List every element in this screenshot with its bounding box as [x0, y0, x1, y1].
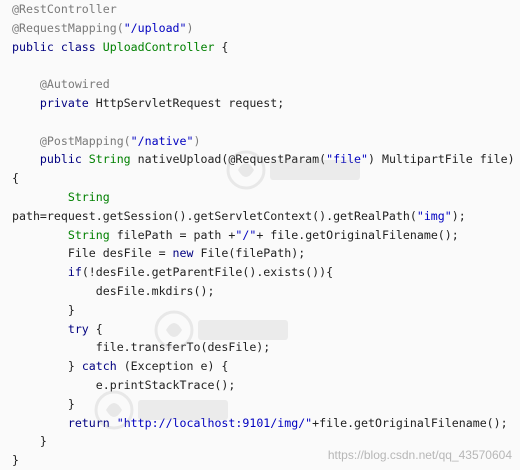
code-token: (Exception e) { — [123, 359, 229, 374]
code-line: public class UploadController { — [12, 38, 515, 57]
code-line: @PostMapping("/native") — [12, 132, 515, 151]
code-line: String — [12, 188, 515, 207]
code-token: desFile.mkdirs(); — [12, 283, 215, 298]
code-line: path=request.getSession().getServletCont… — [12, 207, 515, 226]
code-line: private HttpServletRequest request; — [12, 94, 515, 113]
code-token: (!desFile.getParentFile().exists()){ — [81, 265, 334, 280]
code-token: filePath = path + — [116, 227, 236, 242]
code-token: @PostMapping( — [12, 133, 131, 148]
code-block: @RestController @RequestMapping("/upload"… — [12, 0, 515, 470]
code-token: File(filePath); — [200, 246, 306, 261]
code-token: "/" — [235, 227, 257, 242]
code-token: File desFile = — [12, 246, 173, 261]
code-token: @RequestMapping( — [12, 20, 124, 35]
code-line: @RestController — [12, 0, 515, 19]
code-token: "/upload" — [123, 20, 187, 35]
code-token: public class — [12, 39, 103, 54]
code-token: { — [221, 39, 229, 54]
code-token: String — [88, 152, 138, 167]
code-token: "/native" — [130, 133, 194, 148]
code-line: if(!desFile.getParentFile().exists()){ — [12, 263, 515, 282]
code-token: } — [12, 453, 19, 468]
code-token: if — [67, 265, 82, 280]
code-line: try { — [12, 320, 515, 339]
code-line: File desFile = new File(filePath); — [12, 244, 515, 263]
code-token: { — [12, 171, 19, 186]
code-line: return "http://localhost:9101/img/"+file… — [12, 414, 515, 433]
code-token: "file" — [326, 152, 369, 167]
code-line: String filePath = path +"/"+ file.getOri… — [12, 226, 515, 245]
code-token: @Autowired — [12, 77, 110, 92]
code-token: file.transferTo(desFile); — [12, 340, 271, 355]
code-token: + file.getOriginalFilename(); — [256, 227, 459, 242]
code-token: } — [12, 396, 75, 411]
code-token: String — [12, 189, 110, 204]
code-token: catch — [81, 359, 124, 374]
code-token: { — [95, 321, 103, 336]
code-token: } — [12, 434, 47, 449]
code-line: @Autowired — [12, 75, 515, 94]
code-token: path=request.getSession().getServletCont… — [12, 208, 417, 223]
code-token: private — [12, 95, 96, 110]
code-token: nativeUpload(@RequestParam( — [137, 152, 327, 167]
code-token: UploadController — [102, 39, 222, 54]
code-line: public String nativeUpload(@RequestParam… — [12, 150, 515, 169]
watermark-url: https://blog.csdn.net/qq_43570604 — [327, 448, 512, 462]
code-line: @RequestMapping("/upload") — [12, 19, 515, 38]
code-token: ) MultipartFile file) — [368, 152, 515, 167]
code-token: @RestController — [12, 2, 117, 16]
code-token: ) — [186, 20, 194, 35]
code-token: return — [67, 415, 117, 430]
code-token: try — [67, 321, 96, 336]
code-token: +file.getOriginalFilename(); — [312, 415, 508, 430]
code-token: public — [12, 152, 89, 167]
code-token: } — [12, 302, 75, 317]
code-token: e.printStackTrace(); — [12, 377, 236, 392]
code-token: ) — [193, 133, 201, 148]
code-token: new — [172, 246, 201, 261]
code-line: } catch (Exception e) { — [12, 357, 515, 376]
code-token: } — [12, 359, 82, 374]
code-token: "http://localhost:9101/img/" — [116, 415, 313, 430]
code-token: ); — [451, 208, 466, 223]
code-token: String — [12, 227, 117, 242]
code-line: } — [12, 301, 515, 320]
code-line: { — [12, 169, 515, 188]
code-line: file.transferTo(desFile); — [12, 338, 515, 357]
code-line: } — [12, 395, 515, 414]
code-line: desFile.mkdirs(); — [12, 282, 515, 301]
code-token: "img" — [416, 208, 452, 223]
code-token: HttpServletRequest request; — [95, 95, 285, 110]
code-line: e.printStackTrace(); — [12, 376, 515, 395]
